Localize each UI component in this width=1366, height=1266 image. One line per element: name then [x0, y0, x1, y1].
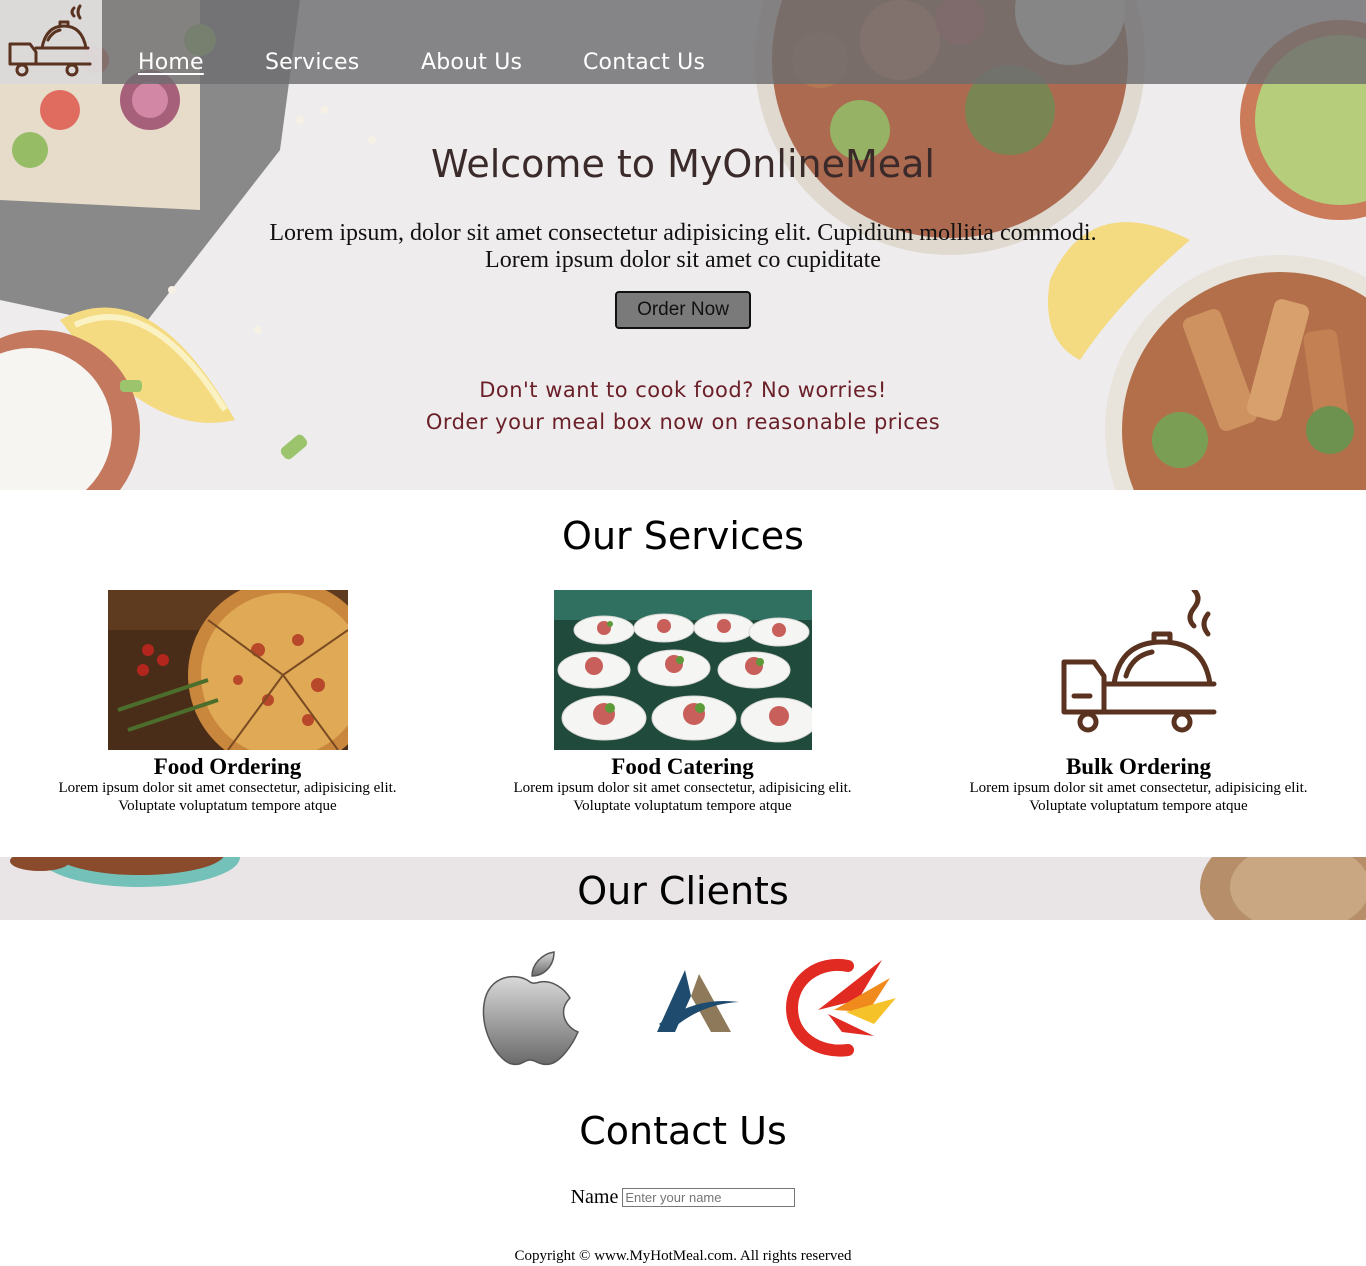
nav-contact-us[interactable]: Contact Us [583, 50, 705, 75]
footer-copyright: Copyright © www.MyHotMeal.com. All right… [514, 1248, 852, 1264]
service-desc: Lorem ipsum dolor sit amet consectetur, … [455, 779, 910, 815]
service-desc-line-1: Lorem ipsum dolor sit amet consectetur, … [969, 780, 1308, 796]
hero-title: Welcome to MyOnlineMeal [431, 142, 935, 186]
nav-about-us[interactable]: About Us [421, 50, 522, 75]
service-desc: Lorem ipsum dolor sit amet consectetur, … [911, 779, 1366, 815]
service-bulk-ordering: Bulk Ordering Lorem ipsum dolor sit amet… [911, 590, 1366, 815]
site-logo[interactable] [0, 0, 102, 84]
service-name: Food Catering [611, 754, 754, 779]
red-bird-logo [785, 958, 896, 1057]
service-desc: Lorem ipsum dolor sit amet consectetur, … [0, 779, 455, 815]
pizza-photo [107, 590, 348, 750]
hero-text: Lorem ipsum, dolor sit amet consectetur … [0, 220, 1366, 274]
service-desc-line-2: Voluptate voluptatum tempore atque [573, 798, 792, 814]
service-desc-line-1: Lorem ipsum dolor sit amet consectetur, … [513, 780, 852, 796]
name-label: Name [570, 1186, 619, 1208]
nav-services[interactable]: Services [265, 50, 359, 75]
apple-logo [482, 951, 579, 1066]
delivery-truck-cloche-icon [8, 4, 92, 77]
hero-tagline-2: Order your meal box now on reasonable pr… [425, 410, 941, 434]
service-name: Bulk Ordering [1065, 754, 1212, 779]
contact-form: Name [0, 1186, 1366, 1209]
service-desc-line-1: Lorem ipsum dolor sit amet consectetur, … [58, 780, 397, 796]
service-food-ordering: Food Ordering Lorem ipsum dolor sit amet… [0, 590, 455, 815]
service-desc-line-2: Voluptate voluptatum tempore atque [1029, 798, 1248, 814]
hero-section: Home Services About Us Contact Us Welcom… [0, 0, 1366, 490]
service-desc-line-2: Voluptate voluptatum tempore atque [118, 798, 337, 814]
hero-tagline-1: Don't want to cook food? No worries! [479, 378, 887, 402]
service-name: Food Ordering [153, 754, 302, 779]
services-title: Our Services [562, 514, 804, 558]
hero-text-line-2: Lorem ipsum dolor sit amet co cupiditate [485, 247, 881, 273]
clients-title: Our Clients [577, 869, 789, 913]
a-mountain-logo [657, 970, 739, 1032]
contact-title: Contact Us [579, 1109, 787, 1153]
service-food-catering: Food Catering Lorem ipsum dolor sit amet… [455, 590, 910, 815]
nav-home[interactable]: Home [138, 50, 204, 75]
catering-plates-photo [553, 590, 812, 750]
order-now-button[interactable]: Order Now [615, 291, 751, 329]
top-navbar: Home Services About Us Contact Us [0, 0, 1366, 84]
name-input[interactable] [622, 1188, 796, 1207]
hero-text-line-1: Lorem ipsum, dolor sit amet consectetur … [269, 220, 1097, 246]
delivery-truck-icon [1061, 590, 1216, 733]
